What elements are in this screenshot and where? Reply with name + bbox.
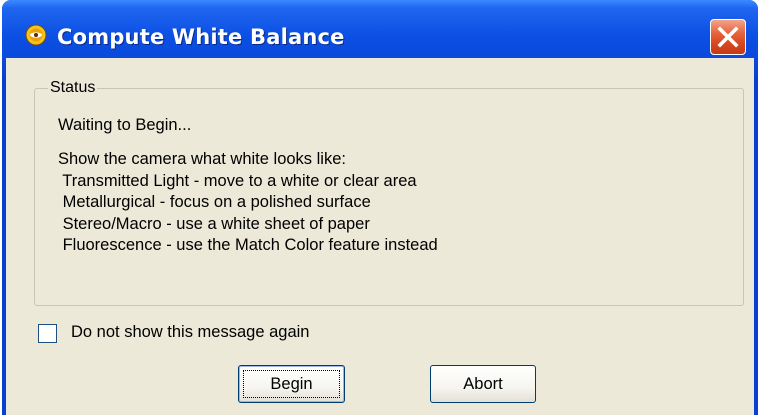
status-text: Waiting to Begin...	[58, 116, 192, 134]
checkbox-box[interactable]	[38, 324, 57, 343]
close-x-icon	[717, 26, 739, 48]
instruction-line: Metallurgical - focus on a polished surf…	[58, 193, 371, 211]
window-title: Compute White Balance	[57, 25, 345, 49]
dialog-body: Status Waiting to Begin... Show the came…	[6, 58, 754, 415]
status-group-legend: Status	[48, 79, 98, 97]
dialog-window: Compute White Balance Status Waiting to …	[2, 0, 758, 415]
close-button[interactable]	[710, 19, 746, 55]
app-emblem-icon	[25, 24, 47, 46]
focus-rectangle	[243, 370, 340, 398]
instructions-block: Show the camera what white looks like: T…	[58, 149, 438, 257]
abort-button-label: Abort	[463, 374, 503, 393]
begin-button[interactable]: Begin	[238, 365, 345, 403]
instruction-line: Show the camera what white looks like:	[58, 150, 346, 168]
instruction-line: Stereo/Macro - use a white sheet of pape…	[58, 214, 370, 233]
checkbox-label: Do not show this message again	[71, 323, 310, 341]
instruction-line: Fluorescence - use the Match Color featu…	[58, 236, 438, 254]
instruction-line: Transmitted Light - move to a white or c…	[58, 171, 417, 190]
abort-button[interactable]: Abort	[430, 365, 536, 403]
